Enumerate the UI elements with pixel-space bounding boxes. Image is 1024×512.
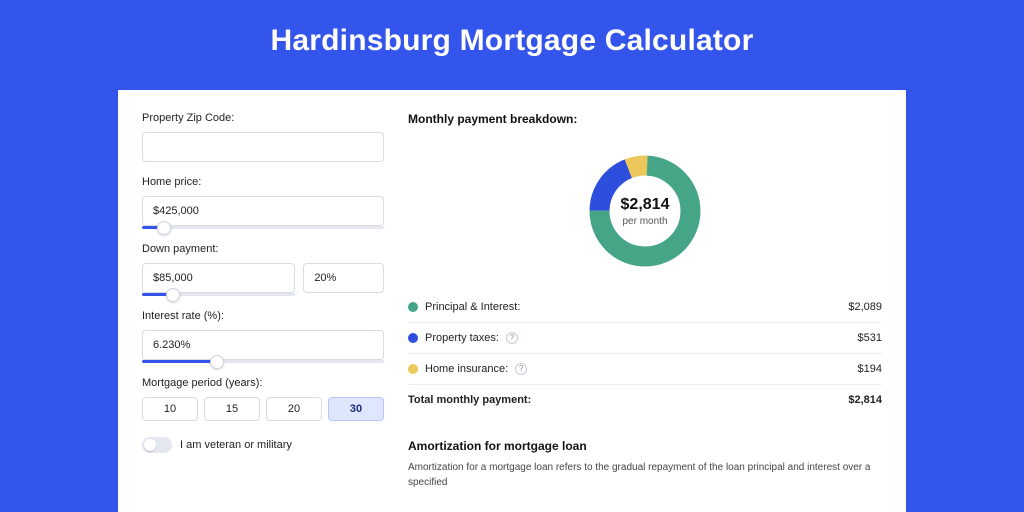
total-value: $2,814	[848, 394, 882, 406]
legend-dot-icon	[408, 333, 418, 343]
period-group: Mortgage period (years): 10152030	[142, 377, 384, 421]
interest-label: Interest rate (%):	[142, 310, 384, 322]
card-shadow: Property Zip Code: Home price: Down paym…	[118, 90, 906, 512]
legend-row: Property taxes:? $531	[408, 323, 882, 354]
zip-group: Property Zip Code:	[142, 112, 384, 162]
legend-row-total: Total monthly payment: $2,814	[408, 385, 882, 415]
donut-chart: $2,814 per month	[585, 151, 705, 271]
down-payment-label: Down payment:	[142, 243, 384, 255]
legend-label: Property taxes:	[425, 332, 499, 344]
period-button-10[interactable]: 10	[142, 397, 198, 421]
period-button-15[interactable]: 15	[204, 397, 260, 421]
legend-value: $2,089	[848, 301, 882, 313]
total-label: Total monthly payment:	[408, 394, 531, 406]
home-price-input[interactable]	[142, 196, 384, 226]
legend-value: $531	[858, 332, 882, 344]
down-payment-group: Down payment:	[142, 243, 384, 296]
donut-center: $2,814 per month	[585, 151, 705, 271]
donut-center-sub: per month	[622, 216, 667, 227]
down-payment-input[interactable]	[142, 263, 295, 293]
slider-thumb[interactable]	[210, 355, 224, 369]
legend-row: Home insurance:? $194	[408, 354, 882, 385]
info-icon[interactable]: ?	[506, 332, 518, 344]
legend-row: Principal & Interest: $2,089	[408, 292, 882, 323]
home-price-group: Home price:	[142, 176, 384, 229]
slider-thumb[interactable]	[166, 288, 180, 302]
amortization-title: Amortization for mortgage loan	[408, 439, 882, 453]
interest-slider[interactable]	[142, 360, 384, 363]
period-label: Mortgage period (years):	[142, 377, 384, 389]
veteran-toggle[interactable]	[142, 437, 172, 453]
home-price-slider[interactable]	[142, 226, 384, 229]
legend: Principal & Interest: $2,089 Property taxe…	[408, 292, 882, 385]
veteran-label: I am veteran or military	[180, 439, 292, 451]
veteran-row: I am veteran or military	[142, 437, 384, 453]
period-buttons: 10152030	[142, 397, 384, 421]
toggle-knob	[144, 439, 156, 451]
slider-thumb[interactable]	[157, 221, 171, 235]
breakdown-title: Monthly payment breakdown:	[408, 112, 882, 126]
down-payment-slider[interactable]	[142, 293, 295, 296]
legend-dot-icon	[408, 302, 418, 312]
zip-input[interactable]	[142, 132, 384, 162]
down-payment-pct-input[interactable]	[303, 263, 384, 293]
calculator-card: Property Zip Code: Home price: Down paym…	[118, 90, 906, 512]
interest-group: Interest rate (%):	[142, 310, 384, 363]
zip-label: Property Zip Code:	[142, 112, 384, 124]
legend-label: Principal & Interest:	[425, 301, 520, 313]
period-button-30[interactable]: 30	[328, 397, 384, 421]
page-title: Hardinsburg Mortgage Calculator	[0, 0, 1024, 76]
interest-input[interactable]	[142, 330, 384, 360]
info-icon[interactable]: ?	[515, 363, 527, 375]
form-panel: Property Zip Code: Home price: Down paym…	[118, 90, 402, 512]
amortization-text: Amortization for a mortgage loan refers …	[408, 461, 882, 490]
legend-dot-icon	[408, 364, 418, 374]
period-button-20[interactable]: 20	[266, 397, 322, 421]
results-panel: Monthly payment breakdown: $2,814 per mo…	[402, 90, 906, 512]
donut-center-value: $2,814	[621, 196, 670, 214]
home-price-label: Home price:	[142, 176, 384, 188]
donut-chart-wrap: $2,814 per month	[408, 136, 882, 286]
legend-label: Home insurance:	[425, 363, 508, 375]
legend-value: $194	[858, 363, 882, 375]
